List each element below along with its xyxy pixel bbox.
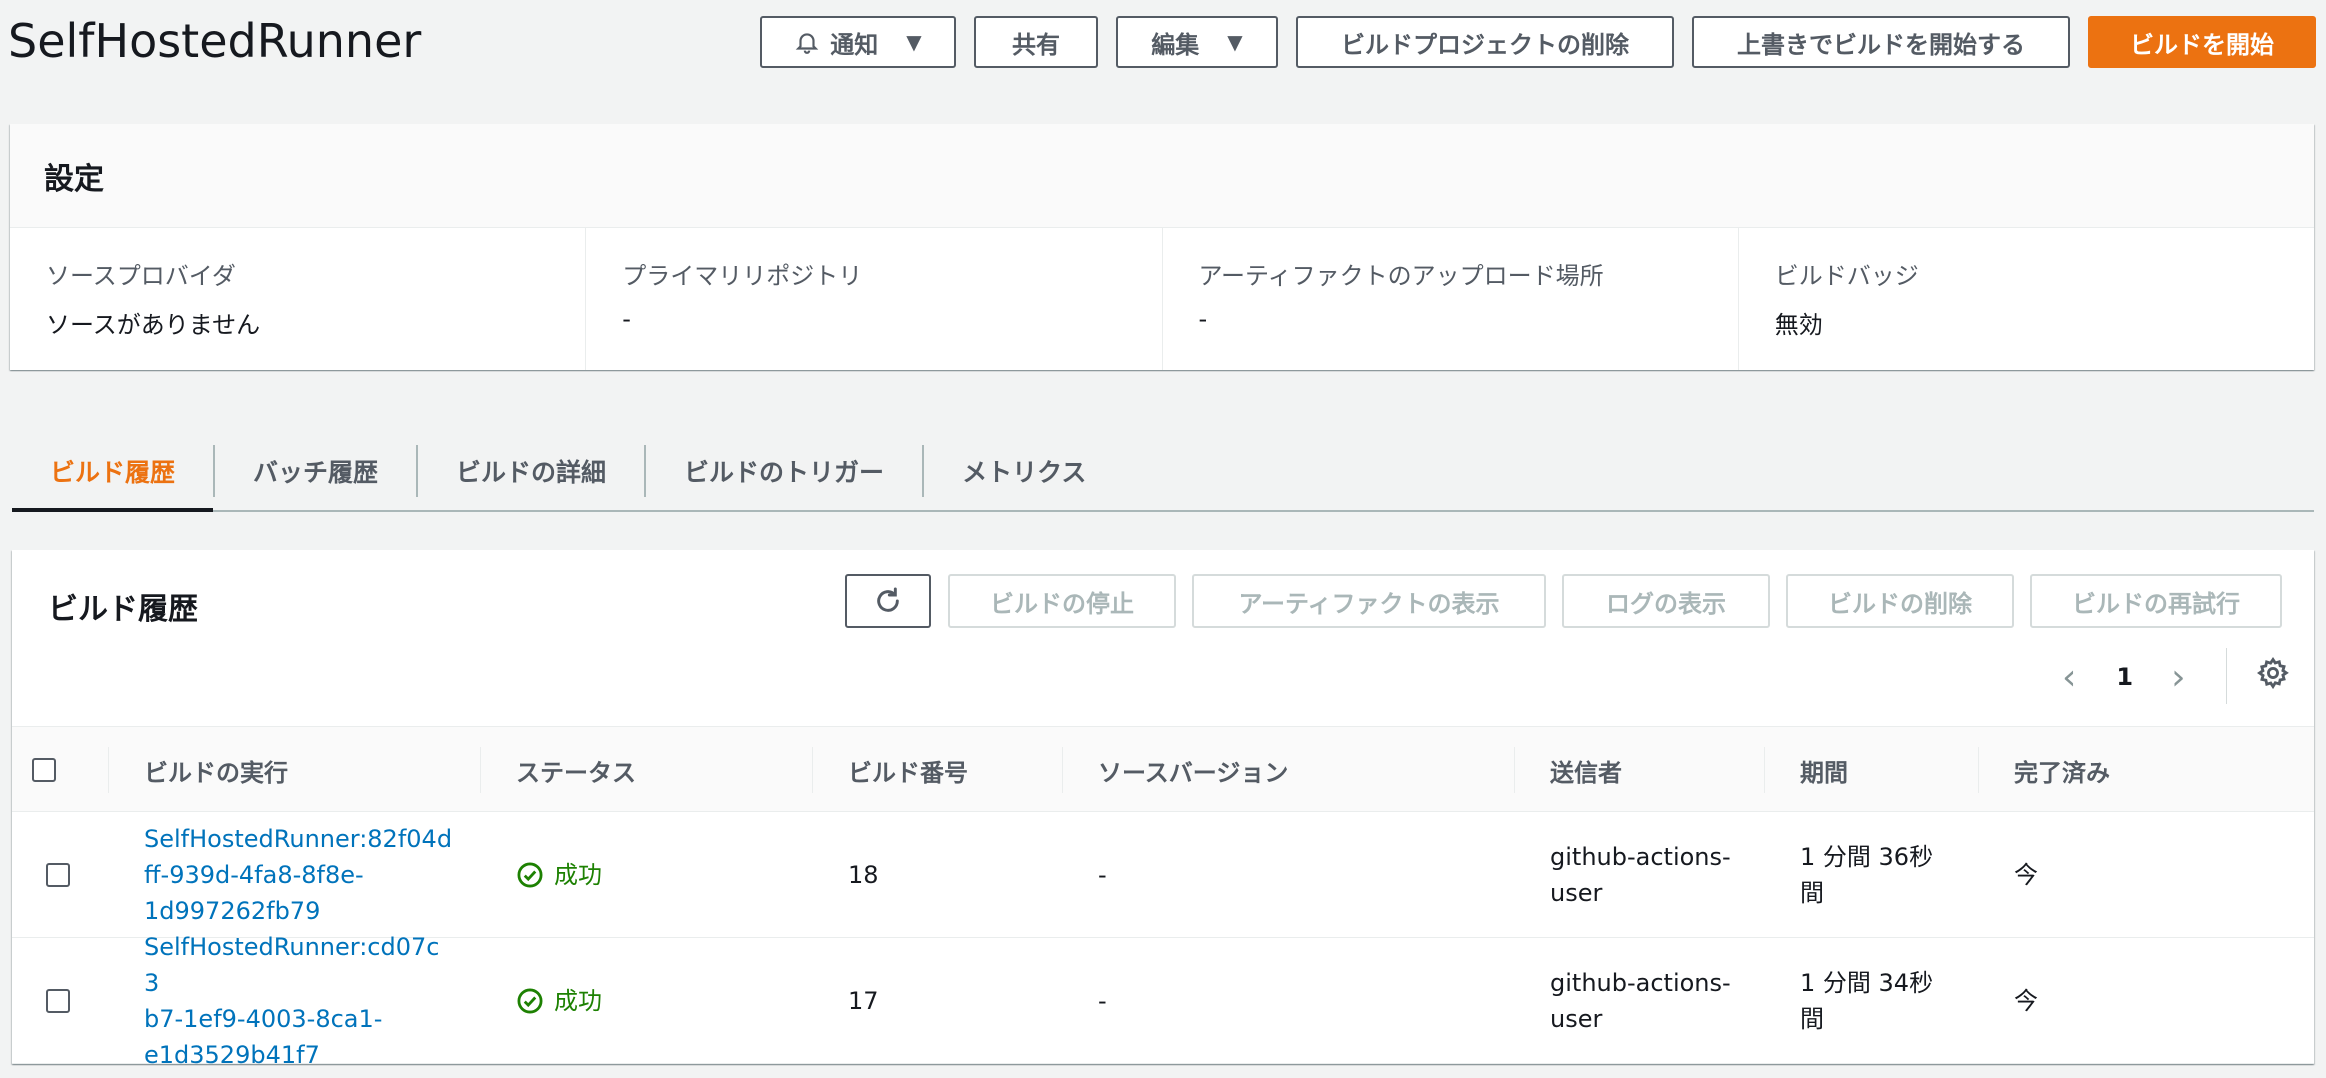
pagination: ‹ 1 › bbox=[2062, 652, 2186, 702]
pagination-divider bbox=[2226, 648, 2227, 704]
retry-build-button[interactable]: ビルドの再試行 bbox=[2030, 574, 2282, 628]
status-badge: 成功 bbox=[516, 857, 602, 893]
duration: 1 分間 34秒間 bbox=[1800, 938, 1933, 1064]
setting-label: ビルドバッジ bbox=[1774, 262, 1919, 290]
setting-artifact-location: アーティファクトのアップロード場所 - bbox=[1161, 228, 1738, 370]
table-row: SelfHostedRunner:cd07c3 b7-1ef9-4003-8ca… bbox=[12, 933, 2314, 1069]
start-build-button[interactable]: ビルドを開始 bbox=[2088, 16, 2316, 68]
row-checkbox[interactable] bbox=[46, 989, 70, 1013]
page-number[interactable]: 1 bbox=[2116, 663, 2133, 691]
tab-metrics[interactable]: メトリクス bbox=[924, 432, 1124, 510]
column-divider bbox=[1062, 747, 1063, 793]
settings-panel: 設定 ソースプロバイダ ソースがありません プライマリリポジトリ - アーティフ… bbox=[10, 124, 2314, 370]
column-header-duration[interactable]: 期間 bbox=[1800, 727, 1848, 813]
start-build-override-button[interactable]: 上書きでビルドを開始する bbox=[1692, 16, 2070, 68]
column-divider bbox=[108, 747, 109, 793]
column-divider bbox=[480, 747, 481, 793]
chevron-left-icon[interactable]: ‹ bbox=[2062, 657, 2076, 698]
caret-down-icon: ▼ bbox=[906, 30, 922, 54]
delete-build-button[interactable]: ビルドの削除 bbox=[1786, 574, 2014, 628]
duration-line: 間 bbox=[1800, 1005, 1824, 1033]
tab-build-history[interactable]: ビルド履歴 bbox=[12, 432, 214, 512]
submitter-line: user bbox=[1550, 879, 1603, 907]
source-version: - bbox=[1098, 987, 1107, 1015]
stop-build-button[interactable]: ビルドの停止 bbox=[948, 574, 1176, 628]
build-run-link-line: b7-1ef9-4003-8ca1- bbox=[144, 1005, 383, 1033]
completed: 今 bbox=[2014, 861, 2038, 889]
column-divider bbox=[1764, 747, 1765, 793]
gear-icon[interactable] bbox=[2256, 656, 2290, 690]
notify-button[interactable]: 通知 ▼ bbox=[760, 16, 956, 68]
build-history-title: ビルド履歴 bbox=[48, 592, 198, 627]
status-badge: 成功 bbox=[516, 983, 602, 1019]
submitter: github-actions-user bbox=[1550, 812, 1731, 938]
setting-value: ソースがありません bbox=[46, 311, 261, 339]
delete-project-button[interactable]: ビルドプロジェクトの削除 bbox=[1296, 16, 1674, 68]
duration-line: 1 分間 34秒 bbox=[1800, 969, 1934, 997]
build-number: 17 bbox=[848, 987, 879, 1015]
bell-icon bbox=[796, 33, 819, 54]
edit-button[interactable]: 編集 ▼ bbox=[1116, 16, 1278, 68]
setting-value: - bbox=[622, 305, 631, 333]
setting-label: ソースプロバイダ bbox=[46, 262, 236, 290]
source-version: - bbox=[1098, 861, 1107, 889]
column-header-submitter[interactable]: 送信者 bbox=[1550, 727, 1622, 813]
submitter-line: github-actions- bbox=[1550, 969, 1731, 997]
chevron-right-icon[interactable]: › bbox=[2171, 657, 2185, 698]
setting-primary-repository: プライマリリポジトリ - bbox=[585, 228, 1161, 370]
view-artifacts-button[interactable]: アーティファクトの表示 bbox=[1192, 574, 1546, 628]
column-header-build-run[interactable]: ビルドの実行 bbox=[144, 727, 288, 813]
column-divider bbox=[1978, 747, 1979, 793]
build-run-link[interactable]: SelfHostedRunner:82f04d ff-939d-4fa8-8f8… bbox=[144, 821, 454, 929]
build-history-panel: ビルド履歴 ビルドの停止 アーティファクトの表示 ログの表示 ビルドの削除 ビル… bbox=[12, 550, 2314, 1069]
submitter-line: user bbox=[1550, 1005, 1603, 1033]
build-run-link-line: SelfHostedRunner:82f04d bbox=[144, 825, 453, 853]
duration-line: 間 bbox=[1800, 879, 1824, 907]
share-button[interactable]: 共有 bbox=[974, 16, 1098, 68]
tab-batch-history[interactable]: バッチ履歴 bbox=[215, 432, 416, 510]
column-header-completed[interactable]: 完了済み bbox=[2014, 727, 2110, 813]
build-run-link-line: SelfHostedRunner:cd07c3 bbox=[144, 933, 440, 997]
completed: 今 bbox=[2014, 987, 2038, 1015]
refresh-icon bbox=[877, 587, 899, 612]
page-title: SelfHostedRunner bbox=[8, 14, 422, 68]
build-run-link-line: e1d3529b41f7 bbox=[144, 1041, 320, 1069]
success-check-icon bbox=[517, 988, 543, 1014]
setting-build-badge: ビルドバッジ 無効 bbox=[1737, 228, 2314, 370]
caret-down-icon: ▼ bbox=[1227, 30, 1243, 54]
tab-bar: ビルド履歴 バッチ履歴 ビルドの詳細 ビルドのトリガー メトリクス bbox=[12, 432, 2314, 512]
build-number: 18 bbox=[848, 861, 879, 889]
setting-value: 無効 bbox=[1774, 311, 1823, 339]
column-header-build-number[interactable]: ビルド番号 bbox=[848, 727, 968, 813]
table-header: ビルドの実行 ステータス ビルド番号 ソースバージョン 送信者 期間 完了済み bbox=[12, 726, 2314, 812]
setting-label: プライマリリポジトリ bbox=[622, 262, 863, 290]
settings-title: 設定 bbox=[10, 124, 2314, 228]
refresh-button[interactable] bbox=[845, 574, 931, 628]
setting-value: - bbox=[1198, 305, 1208, 333]
duration-line: 1 分間 36秒 bbox=[1800, 843, 1934, 871]
select-all-checkbox[interactable] bbox=[32, 758, 56, 782]
tab-build-triggers[interactable]: ビルドのトリガー bbox=[646, 432, 922, 510]
column-divider bbox=[1514, 747, 1515, 793]
submitter-line: github-actions- bbox=[1550, 843, 1731, 871]
view-logs-button[interactable]: ログの表示 bbox=[1562, 574, 1770, 628]
build-run-link-line: 1d997262fb79 bbox=[144, 897, 321, 925]
success-check-icon bbox=[517, 862, 543, 888]
setting-label: アーティファクトのアップロード場所 bbox=[1198, 262, 1604, 290]
duration: 1 分間 36秒間 bbox=[1800, 812, 1933, 938]
column-header-source-version[interactable]: ソースバージョン bbox=[1098, 727, 1288, 813]
setting-source-provider: ソースプロバイダ ソースがありません bbox=[10, 228, 585, 370]
table-row: SelfHostedRunner:82f04d ff-939d-4fa8-8f8… bbox=[12, 812, 2314, 938]
tab-build-details[interactable]: ビルドの詳細 bbox=[418, 432, 644, 510]
build-run-link[interactable]: SelfHostedRunner:cd07c3 b7-1ef9-4003-8ca… bbox=[144, 929, 454, 1073]
column-header-status[interactable]: ステータス bbox=[516, 727, 636, 813]
notify-label: 通知 bbox=[830, 30, 879, 59]
submitter: github-actions-user bbox=[1550, 938, 1731, 1064]
edit-label: 編集 bbox=[1151, 30, 1200, 59]
status-text: 成功 bbox=[554, 861, 602, 889]
row-checkbox[interactable] bbox=[46, 863, 70, 887]
column-divider bbox=[812, 747, 813, 793]
build-run-link-line: ff-939d-4fa8-8f8e- bbox=[144, 861, 364, 889]
status-text: 成功 bbox=[554, 987, 602, 1015]
